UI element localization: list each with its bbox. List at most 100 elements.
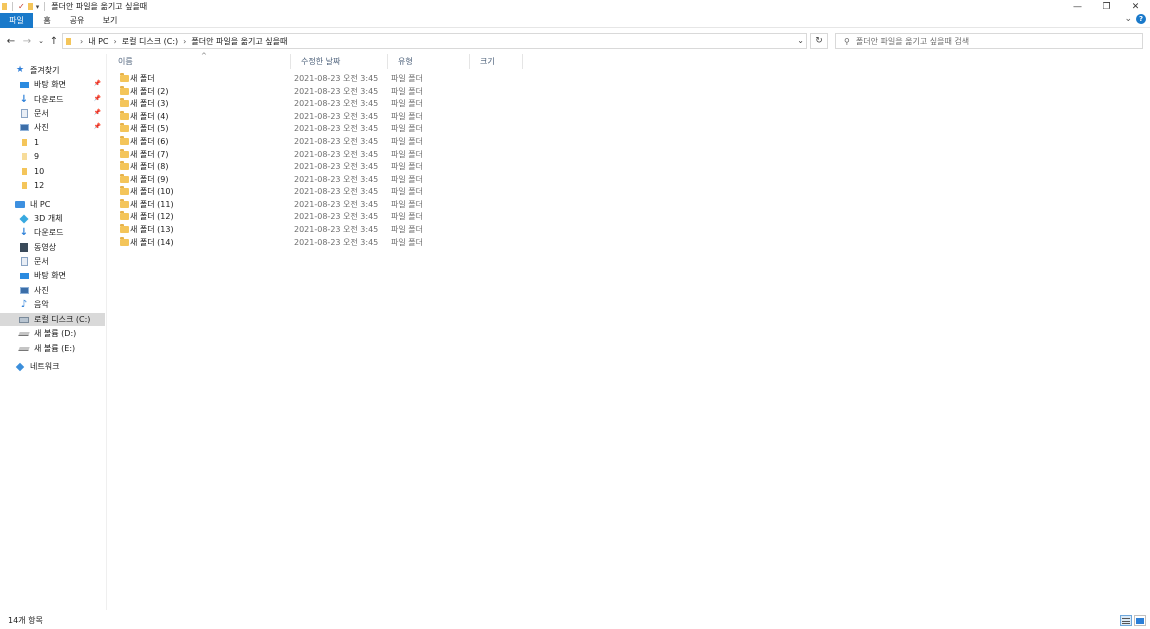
column-header-type[interactable]: 유형 — [388, 54, 470, 69]
sidebar-item-videos[interactable]: 동영상 — [0, 241, 105, 254]
file-name: 새 폴더 (3) — [130, 98, 169, 108]
sidebar-item-label: 사진 — [34, 286, 49, 295]
file-type: 파일 폴더 — [391, 98, 423, 108]
address-bar[interactable]: › 내 PC › 로컬 디스크 (C:) › 폴더안 파일을 옮기고 싶을때 ⌄ — [62, 33, 807, 49]
pin-icon[interactable]: 📌 — [94, 109, 101, 116]
refresh-button[interactable]: ↻ — [810, 33, 828, 49]
folder-icon — [120, 136, 129, 145]
file-row[interactable]: 새 폴더 (8) 2021-08-23 오전 3:45 파일 폴더 — [108, 160, 608, 172]
view-switcher — [1120, 615, 1146, 626]
video-icon — [19, 243, 29, 252]
ribbon-tabs: 파일 홈 공유 보기 ⌄ ? — [0, 12, 1150, 28]
sidebar-item-label: 네트워크 — [30, 362, 60, 371]
customize-quick-access-icon[interactable]: ▾ — [36, 3, 40, 11]
title-bar: ✓ ▾ 폴더안 파일을 옮기고 싶을때 — ❐ ✕ — [0, 0, 1150, 13]
file-row[interactable]: 새 폴더 (4) 2021-08-23 오전 3:45 파일 폴더 — [108, 110, 608, 122]
sidebar-item-label: 12 — [34, 181, 45, 190]
document-icon — [19, 109, 29, 118]
file-row[interactable]: 새 폴더 (5) 2021-08-23 오전 3:45 파일 폴더 — [108, 122, 608, 134]
search-box[interactable]: ⚲ 폴더안 파일을 옮기고 싶을때 검색 — [835, 33, 1143, 49]
help-icon[interactable]: ? — [1136, 14, 1146, 24]
file-name: 새 폴더 (6) — [130, 136, 169, 146]
sidebar-item-downloads[interactable]: ↓ 다운로드 📌 — [0, 93, 105, 106]
sidebar-item-volume-d[interactable]: 새 볼륨 (D:) — [0, 327, 105, 340]
expand-ribbon-icon[interactable]: ⌄ — [1124, 14, 1132, 24]
sidebar-item-3d-objects[interactable]: 3D 개체 — [0, 212, 105, 225]
breadcrumb-current-folder[interactable]: 폴더안 파일을 옮기고 싶을때 — [191, 36, 287, 47]
sidebar-item-folder-12[interactable]: 12 — [0, 179, 105, 192]
sidebar-item-folder-10[interactable]: 10 — [0, 165, 105, 178]
file-row[interactable]: 새 폴더 (9) 2021-08-23 오전 3:45 파일 폴더 — [108, 173, 608, 185]
file-name: 새 폴더 (13) — [130, 224, 174, 234]
sidebar-item-folder-9[interactable]: 9 — [0, 150, 105, 163]
desktop-icon — [19, 271, 29, 280]
pin-icon[interactable]: 📌 — [94, 80, 101, 87]
sidebar-item-documents-pc[interactable]: 문서 — [0, 255, 105, 268]
chevron-down-icon: ⌄ — [38, 37, 44, 45]
file-row[interactable]: 새 폴더 (14) 2021-08-23 오전 3:45 파일 폴더 — [108, 236, 608, 248]
tab-home[interactable]: 홈 — [33, 13, 61, 28]
details-view-button[interactable] — [1120, 615, 1132, 626]
file-row[interactable]: 새 폴더 (10) 2021-08-23 오전 3:45 파일 폴더 — [108, 185, 608, 197]
sidebar-item-pictures[interactable]: 사진 📌 — [0, 121, 105, 134]
sidebar-item-music[interactable]: ♪ 음악 — [0, 298, 105, 311]
sidebar-item-network[interactable]: 네트워크 — [0, 360, 105, 373]
file-row[interactable]: 새 폴더 (13) 2021-08-23 오전 3:45 파일 폴더 — [108, 223, 608, 235]
close-button[interactable]: ✕ — [1121, 0, 1150, 13]
sidebar-item-pictures-pc[interactable]: 사진 — [0, 284, 105, 297]
file-row[interactable]: 새 폴더 (2) 2021-08-23 오전 3:45 파일 폴더 — [108, 85, 608, 97]
back-button[interactable]: ← — [5, 34, 17, 48]
file-row[interactable]: 새 폴더 2021-08-23 오전 3:45 파일 폴더 — [108, 72, 608, 84]
breadcrumb-separator[interactable]: › — [114, 37, 117, 46]
file-date: 2021-08-23 오전 3:45 — [294, 98, 379, 108]
breadcrumb-my-pc[interactable]: 내 PC — [88, 36, 108, 47]
tab-view[interactable]: 보기 — [93, 13, 127, 28]
sidebar-item-my-pc[interactable]: 내 PC — [0, 198, 105, 211]
tab-share[interactable]: 공유 — [61, 13, 93, 28]
breadcrumb-local-disk[interactable]: 로컬 디스크 (C:) — [122, 36, 178, 47]
new-folder-icon[interactable] — [27, 3, 33, 10]
folder-icon — [120, 199, 129, 208]
sidebar-item-label: 다운로드 — [34, 228, 64, 237]
file-name: 새 폴더 (4) — [130, 111, 169, 121]
file-row[interactable]: 새 폴더 (6) 2021-08-23 오전 3:45 파일 폴더 — [108, 135, 608, 147]
forward-button[interactable]: → — [21, 34, 33, 48]
address-dropdown-icon[interactable]: ⌄ — [797, 36, 804, 45]
sidebar-item-folder-1[interactable]: 1 — [0, 136, 105, 149]
large-icons-view-button[interactable] — [1134, 615, 1146, 626]
tab-file[interactable]: 파일 — [0, 12, 33, 28]
breadcrumb-separator[interactable]: › — [183, 37, 186, 46]
file-row[interactable]: 새 폴더 (7) 2021-08-23 오전 3:45 파일 폴더 — [108, 148, 608, 160]
file-date: 2021-08-23 오전 3:45 — [294, 111, 379, 121]
folder-icon — [120, 111, 129, 120]
sidebar-item-volume-e[interactable]: 새 볼륨 (E:) — [0, 342, 105, 355]
properties-icon[interactable]: ✓ — [18, 2, 25, 11]
pin-icon[interactable]: 📌 — [94, 123, 101, 130]
window-controls: — ❐ ✕ — [1063, 0, 1150, 13]
pin-icon[interactable]: 📌 — [94, 95, 101, 102]
up-arrow-icon: ↑ — [49, 35, 59, 47]
file-row[interactable]: 새 폴더 (12) 2021-08-23 오전 3:45 파일 폴더 — [108, 210, 608, 222]
restore-button[interactable]: ❐ — [1092, 0, 1121, 13]
minimize-button[interactable]: — — [1063, 0, 1092, 13]
navigation-bar: ← → ⌄ ↑ › 내 PC › 로컬 디스크 (C:) › 폴더안 파일을 옮… — [0, 30, 1150, 52]
sidebar-item-desktop-pc[interactable]: 바탕 화면 — [0, 269, 105, 282]
sidebar-item-documents[interactable]: 문서 📌 — [0, 107, 105, 120]
up-button[interactable]: ↑ — [48, 34, 60, 48]
ribbon-right-controls: ⌄ ? — [1124, 14, 1146, 24]
column-header-name[interactable]: 이름 — [108, 54, 291, 69]
file-date: 2021-08-23 오전 3:45 — [294, 211, 379, 221]
sidebar-item-local-disk-c[interactable]: 로컬 디스크 (C:) — [0, 313, 105, 326]
file-row[interactable]: 새 폴더 (3) 2021-08-23 오전 3:45 파일 폴더 — [108, 97, 608, 109]
file-name: 새 폴더 (14) — [130, 237, 174, 247]
file-list: ^ 이름 수정한 날짜 유형 크기 새 폴더 2021-08-23 오전 3:4… — [108, 52, 1150, 610]
recent-locations-button[interactable]: ⌄ — [35, 34, 47, 48]
large-icons-view-icon — [1136, 617, 1144, 624]
network-icon — [15, 362, 25, 371]
column-header-date-modified[interactable]: 수정한 날짜 — [291, 54, 388, 69]
sidebar-item-downloads-pc[interactable]: ↓ 다운로드 — [0, 226, 105, 239]
sidebar-item-quick-access[interactable]: ★ 즐겨찾기 — [0, 64, 105, 77]
file-row[interactable]: 새 폴더 (11) 2021-08-23 오전 3:45 파일 폴더 — [108, 198, 608, 210]
column-header-size[interactable]: 크기 — [470, 54, 523, 69]
sidebar-item-desktop[interactable]: 바탕 화면 📌 — [0, 78, 105, 91]
